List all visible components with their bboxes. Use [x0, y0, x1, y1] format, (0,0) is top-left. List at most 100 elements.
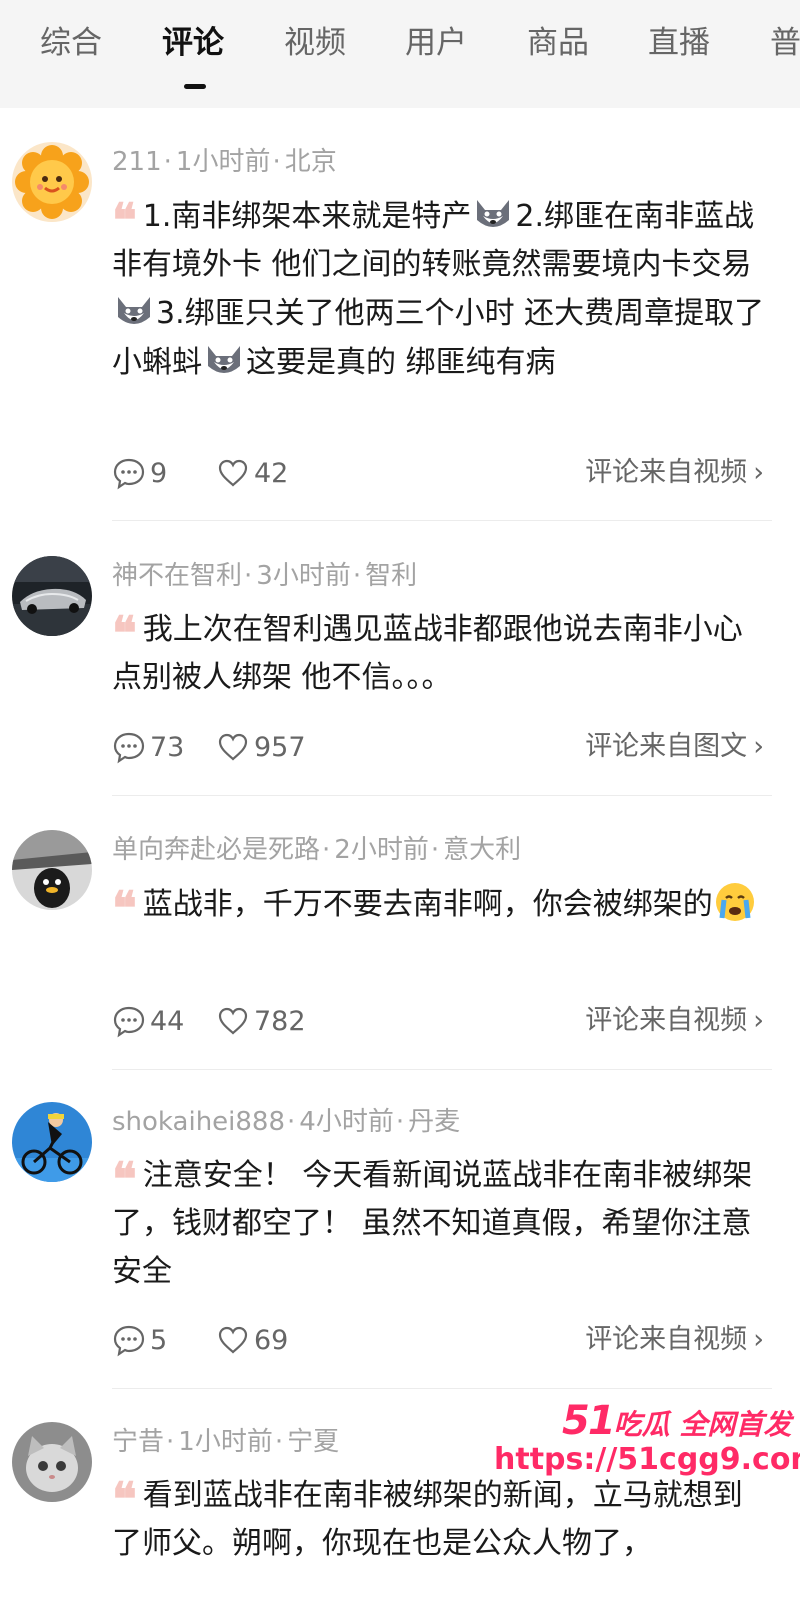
comment-username[interactable]: 宁昔 [112, 1427, 164, 1457]
heart-outline-icon [216, 1004, 250, 1038]
watermark-url: https://51cgg9.com [494, 1442, 800, 1477]
comment-username[interactable]: 211 [112, 147, 162, 177]
heart-outline-icon [216, 1323, 250, 1357]
active-tab-indicator [184, 84, 206, 89]
comment-location: 宁夏 [287, 1427, 340, 1457]
comment-source-label: 评论来自图文 [585, 731, 748, 762]
comment-bubble-icon [112, 730, 146, 764]
tab-comments[interactable]: 评论 [162, 18, 224, 68]
comment-text-content: 注意安全！ 今天看新闻说蓝战非在南非被绑架了，钱财都空了！ 虽然不知道真假，希望… [112, 1158, 753, 1289]
comment-location: 意大利 [443, 835, 522, 865]
comment-text-content: 蓝战非，千万不要去南非啊，你会被绑架的 [142, 887, 713, 922]
comment-time: 1小时前 [178, 1427, 273, 1457]
tab-videos[interactable]: 视频 [284, 18, 346, 68]
comment-source-link[interactable]: 评论来自图文 › [585, 727, 764, 767]
crying-face-emoji-icon [713, 880, 757, 924]
comment-actions: 9 42 评论来自视频 › [112, 453, 772, 493]
reply-button[interactable]: 9 [112, 453, 167, 493]
divider [112, 1388, 772, 1389]
heart-outline-icon [216, 456, 250, 490]
search-tab-bar: 综合 评论 视频 用户 商品 直播 普 [0, 0, 800, 108]
divider [112, 1069, 772, 1070]
comment-meta: 宁昔· 1小时前· 宁夏 [112, 1427, 340, 1457]
chevron-right-icon: › [753, 1324, 764, 1355]
husky-emoji-icon [471, 192, 515, 236]
reply-button[interactable]: 5 [112, 1320, 167, 1360]
chevron-right-icon: › [753, 457, 764, 488]
comment-bubble-icon [112, 1323, 146, 1357]
comment-source-link[interactable]: 评论来自视频 › [585, 453, 764, 493]
reply-count: 5 [150, 1324, 168, 1356]
comment-actions: 73 957 评论来自图文 › [112, 727, 772, 767]
quote-mark-icon: ❝ [112, 193, 137, 247]
avatar[interactable] [12, 1422, 92, 1502]
tab-more[interactable]: 普 [770, 18, 800, 68]
comment-text: ❝ 1.南非绑架本来就是特产 2.绑匪在南非蓝战非有境外卡 他们之间的转账竟然需要境… [112, 192, 772, 387]
comment-time: 3小时前 [256, 561, 351, 591]
watermark-logo-number: 51 [562, 1398, 616, 1444]
avatar[interactable] [12, 830, 92, 910]
comment-location: 北京 [284, 147, 337, 177]
comment-text: ❝ 蓝战非，千万不要去南非啊，你会被绑架的 [112, 880, 772, 935]
comment-location: 丹麦 [408, 1107, 461, 1137]
comment-meta: 单向奔赴必是死路· 2小时前· 意大利 [112, 835, 522, 865]
quote-mark-icon: ❝ [112, 881, 137, 935]
husky-emoji-icon [112, 289, 156, 333]
divider [112, 795, 772, 796]
heart-outline-icon [216, 730, 250, 764]
comment-text: ❝ 我上次在智利遇见蓝战非都跟他说去南非小心点别被人绑架 他不信。。。 [112, 606, 772, 702]
avatar[interactable] [12, 142, 92, 222]
comment-source-label: 评论来自视频 [585, 457, 748, 488]
divider [112, 520, 772, 521]
like-button[interactable]: 957 [216, 727, 306, 767]
comment-time: 2小时前 [334, 835, 429, 865]
tab-comprehensive[interactable]: 综合 [40, 18, 102, 68]
like-button[interactable]: 69 [216, 1320, 288, 1360]
husky-emoji-icon [202, 338, 246, 382]
like-button[interactable]: 42 [216, 453, 288, 493]
reply-count: 44 [150, 1005, 185, 1037]
like-count: 69 [254, 1324, 289, 1356]
reply-count: 9 [150, 457, 168, 489]
comment-username[interactable]: 单向奔赴必是死路 [112, 835, 320, 865]
comment-time: 1小时前 [175, 147, 271, 177]
comment-source-link[interactable]: 评论来自视频 › [585, 1001, 764, 1041]
comment-text: ❝ 注意安全！ 今天看新闻说蓝战非在南非被绑架了，钱财都空了！ 虽然不知道真假，希… [112, 1152, 772, 1296]
comment-meta: 211· 1小时前· 北京 [112, 147, 337, 177]
comment-source-label: 评论来自视频 [585, 1324, 748, 1355]
like-count: 957 [254, 731, 306, 763]
tab-products[interactable]: 商品 [527, 18, 589, 68]
comment-username[interactable]: 神不在智利 [112, 561, 242, 591]
comment-username[interactable]: shokaihei888 [112, 1107, 285, 1137]
comment-time: 4小时前 [299, 1107, 394, 1137]
chevron-right-icon: › [753, 1005, 764, 1036]
comment-source-link[interactable]: 评论来自视频 › [585, 1320, 764, 1360]
comment-text-content: 看到蓝战非在南非被绑架的新闻，立马就想到了师父。朔啊，你现在也是公众人物了， [112, 1478, 743, 1561]
watermark-tagline: 吃瓜 全网首发 [613, 1408, 792, 1441]
comment-bubble-icon [112, 1004, 146, 1038]
quote-mark-icon: ❝ [112, 606, 137, 660]
quote-mark-icon: ❝ [112, 1472, 137, 1526]
comment-actions: 44 782 评论来自视频 › [112, 1001, 772, 1041]
quote-mark-icon: ❝ [112, 1152, 137, 1206]
chevron-right-icon: › [753, 731, 764, 762]
reply-button[interactable]: 73 [112, 727, 184, 767]
comment-location: 智利 [365, 561, 418, 591]
comment-text-part: 这要是真的 绑匪纯有病 [246, 345, 556, 380]
avatar[interactable] [12, 556, 92, 636]
comment-source-label: 评论来自视频 [585, 1005, 748, 1036]
avatar[interactable] [12, 1102, 92, 1182]
reply-button[interactable]: 44 [112, 1001, 184, 1041]
comment-text-part: 1.南非绑架本来就是特产 [142, 199, 472, 234]
like-button[interactable]: 782 [216, 1001, 306, 1041]
comment-bubble-icon [112, 456, 146, 490]
like-count: 782 [254, 1005, 306, 1037]
like-count: 42 [254, 457, 289, 489]
tab-live[interactable]: 直播 [648, 18, 710, 68]
comment-meta: 神不在智利· 3小时前· 智利 [112, 561, 418, 591]
comment-actions: 5 69 评论来自视频 › [112, 1320, 772, 1360]
comment-meta: shokaihei888· 4小时前· 丹麦 [112, 1107, 461, 1137]
tab-users[interactable]: 用户 [405, 18, 467, 68]
comment-text-content: 我上次在智利遇见蓝战非都跟他说去南非小心点别被人绑架 他不信。。。 [112, 612, 743, 695]
site-watermark: 51吃瓜 全网首发 https://51cgg9.com [492, 1398, 800, 1488]
